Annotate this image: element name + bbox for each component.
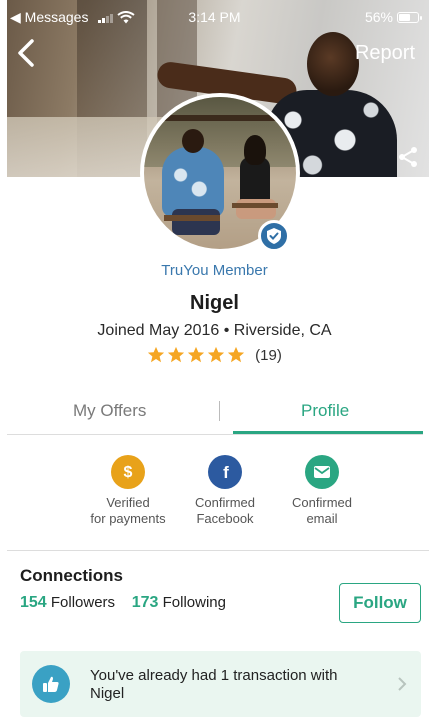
- tab-my-offers[interactable]: My Offers: [73, 401, 146, 421]
- email-icon: [305, 455, 339, 489]
- star-icon: [228, 346, 245, 363]
- followers-label: Followers: [50, 594, 116, 611]
- star-icon: [188, 346, 205, 363]
- rating[interactable]: (19): [0, 346, 429, 364]
- transaction-text: You've already had 1 transaction with Ni…: [90, 667, 338, 702]
- verification-facebook: f Confirmed Facebook: [170, 455, 280, 527]
- verification-line1: Confirmed: [292, 495, 352, 510]
- status-bar: ◀ Messages 3:14 PM 56%: [0, 0, 429, 34]
- rating-count: (19): [255, 346, 282, 364]
- report-button[interactable]: Report: [355, 42, 415, 65]
- joined-location: Joined May 2016 • Riverside, CA: [97, 322, 332, 339]
- svg-text:$: $: [124, 464, 133, 481]
- star-rating: [147, 346, 245, 364]
- section-divider: [7, 550, 429, 551]
- verification-line2: email: [306, 511, 338, 526]
- tab-divider: [219, 401, 220, 421]
- svg-text:f: f: [223, 463, 229, 482]
- share-icon[interactable]: [397, 146, 419, 168]
- following-label: Following: [162, 594, 226, 611]
- followers-count: 154: [20, 594, 47, 611]
- profile-name: Nigel: [190, 292, 239, 314]
- star-icon: [208, 346, 225, 363]
- member-badge-label[interactable]: TruYou Member: [0, 262, 429, 279]
- following-count: 173: [131, 594, 159, 611]
- star-icon: [168, 346, 185, 363]
- dollar-icon: $: [111, 455, 145, 489]
- thumbs-up-icon: [32, 665, 70, 703]
- verification-line2: for payments: [90, 511, 166, 526]
- follow-button[interactable]: Follow: [339, 583, 421, 623]
- back-arrow-icon[interactable]: [12, 38, 42, 68]
- star-icon: [148, 346, 165, 363]
- verification-email: Confirmed email: [267, 455, 377, 527]
- tab-profile[interactable]: Profile: [301, 401, 349, 421]
- verification-line1: Verified: [106, 495, 150, 510]
- verification-line1: Confirmed: [195, 495, 255, 510]
- transaction-banner[interactable]: You've already had 1 transaction with Ni…: [20, 651, 421, 717]
- profile-tabs: My Offers Profile: [7, 395, 423, 435]
- verified-shield-icon: [258, 220, 290, 252]
- connections-title: Connections: [20, 566, 123, 585]
- battery-percent: 56%: [364, 9, 393, 25]
- chevron-right-icon: [398, 677, 407, 691]
- verification-payments: $ Verified for payments: [73, 455, 183, 527]
- verification-line2: Facebook: [196, 511, 254, 526]
- facebook-icon: f: [208, 455, 242, 489]
- following-link[interactable]: 173 Following: [132, 594, 226, 611]
- followers-link[interactable]: 154 Followers: [20, 594, 115, 611]
- connection-stats: 154 Followers 173 Following: [20, 594, 226, 612]
- battery-status: 56%: [364, 9, 422, 25]
- active-tab-indicator: [233, 431, 423, 434]
- battery-icon: [397, 11, 422, 23]
